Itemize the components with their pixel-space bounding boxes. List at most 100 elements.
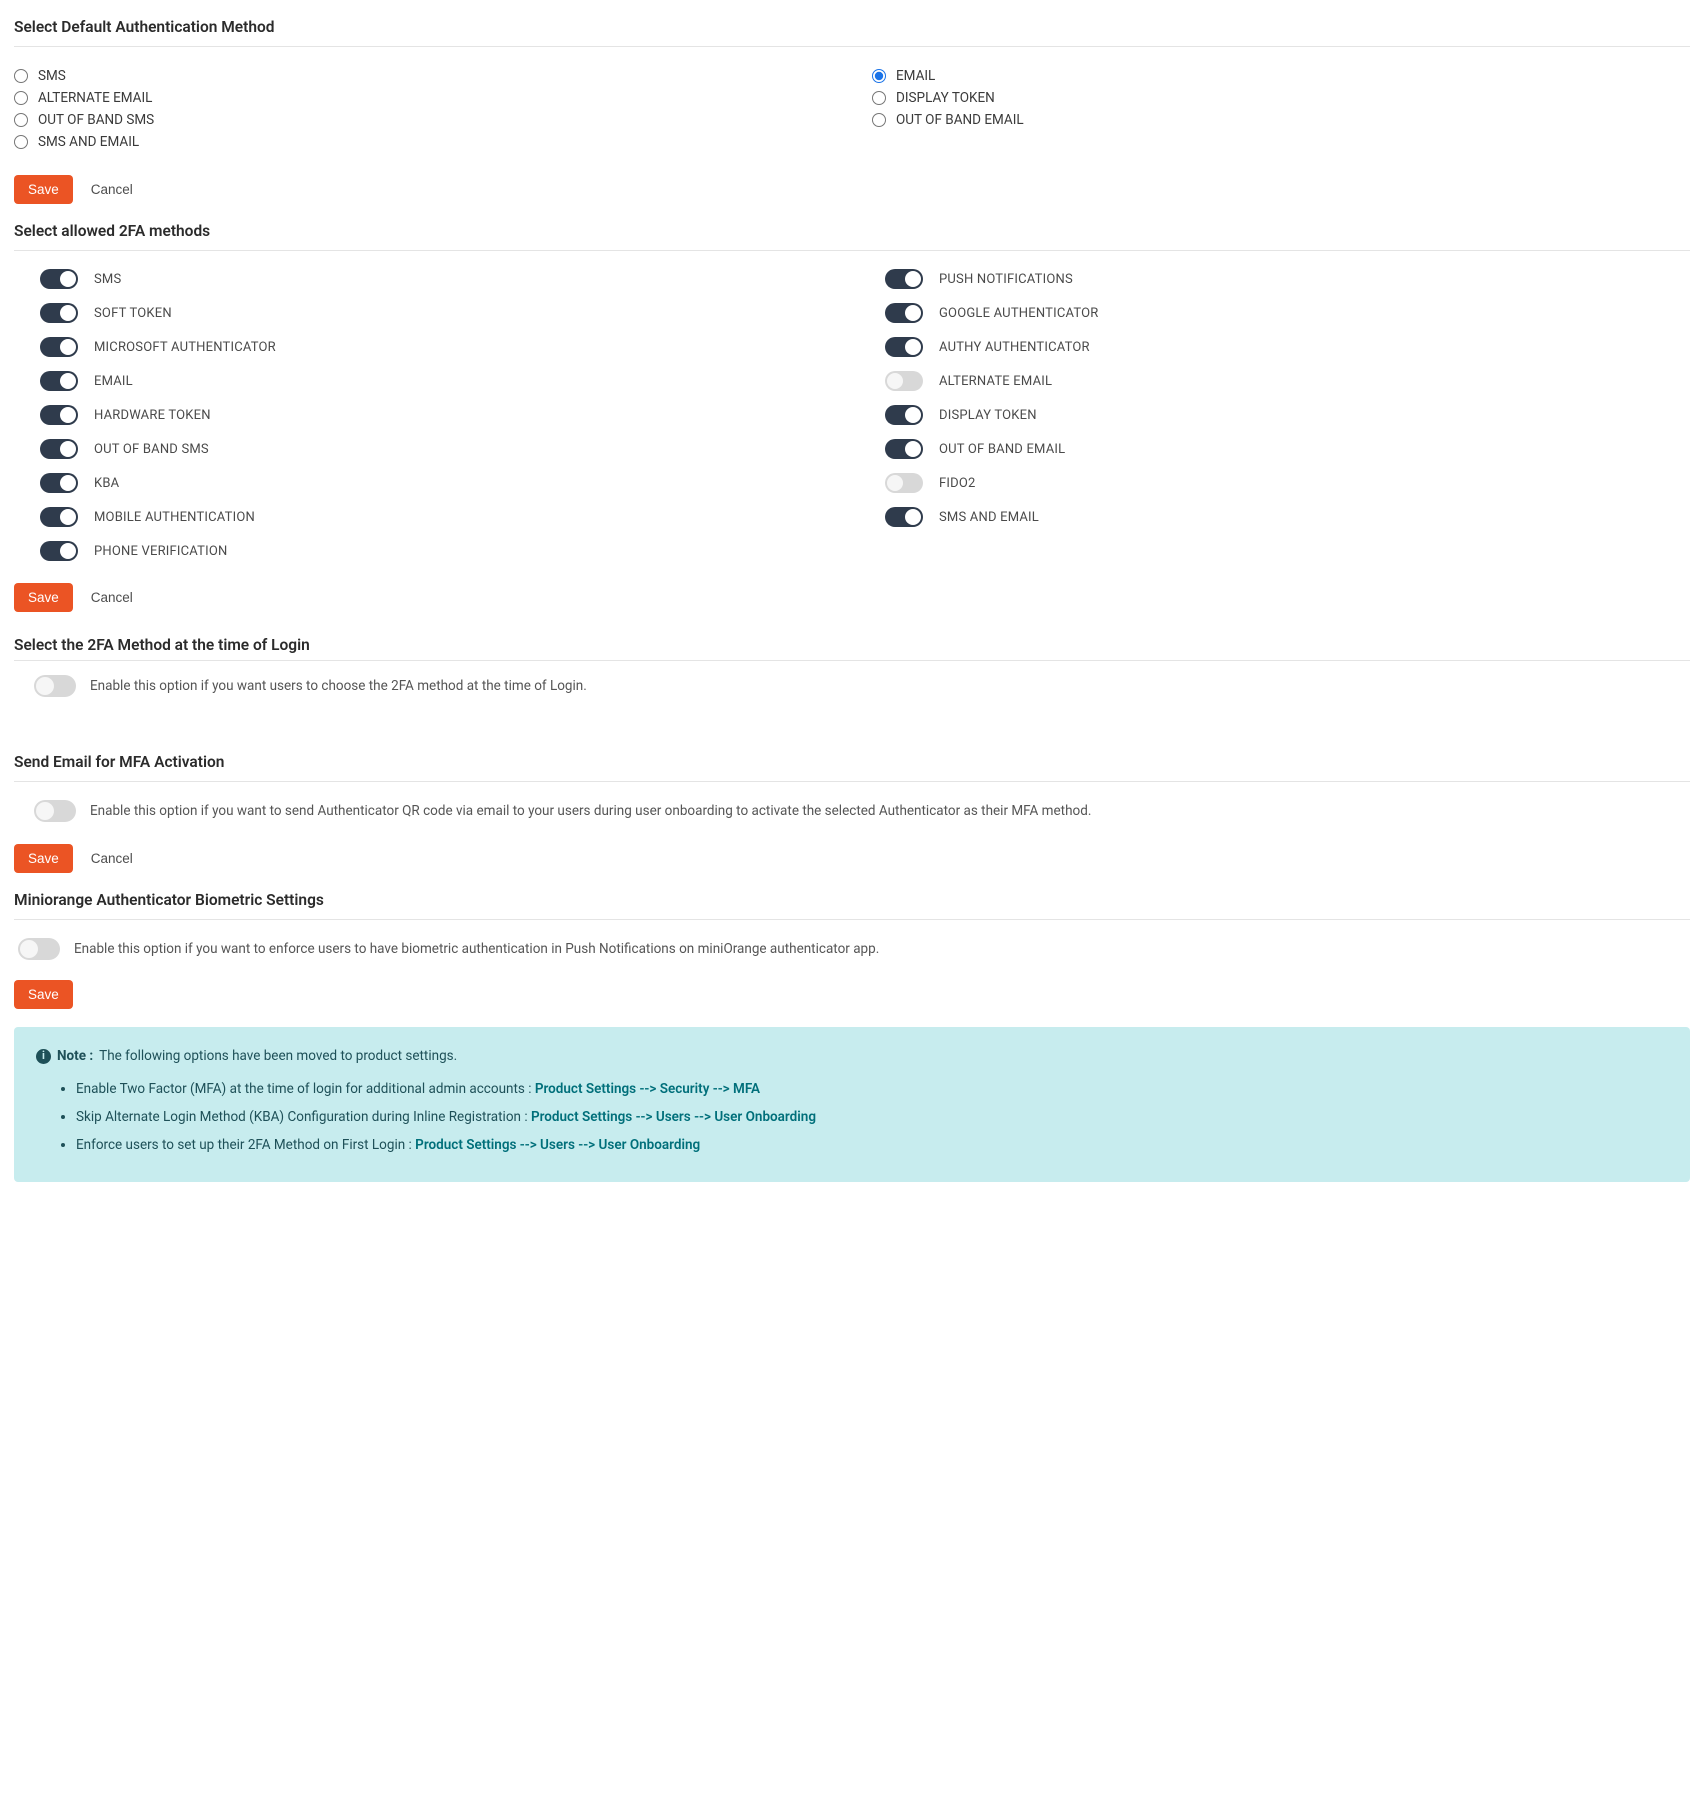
method-toggle[interactable] bbox=[40, 269, 78, 289]
radio-label[interactable]: DISPLAY TOKEN bbox=[896, 90, 995, 106]
method-label: FIDO2 bbox=[939, 476, 976, 491]
radio-input[interactable] bbox=[14, 113, 28, 127]
radio-label[interactable]: OUT OF BAND SMS bbox=[38, 112, 154, 128]
radio-label[interactable]: OUT OF BAND EMAIL bbox=[896, 112, 1024, 128]
send-email-mfa-toggle[interactable] bbox=[34, 800, 76, 822]
method-toggle[interactable] bbox=[885, 405, 923, 425]
method-label: SMS bbox=[94, 272, 121, 287]
toggle-row: PUSH NOTIFICATIONS bbox=[885, 269, 1690, 289]
method-toggle[interactable] bbox=[885, 507, 923, 527]
save-button[interactable]: Save bbox=[14, 844, 73, 873]
toggle-row: MOBILE AUTHENTICATION bbox=[40, 507, 845, 527]
note-label: Note : bbox=[57, 1045, 93, 1068]
default-auth-radio-grid: SMS ALTERNATE EMAIL OUT OF BAND SMS SMS AND… bbox=[14, 65, 1690, 153]
radio-row: DISPLAY TOKEN bbox=[872, 87, 1690, 109]
radio-label[interactable]: EMAIL bbox=[896, 68, 935, 84]
method-label: EMAIL bbox=[94, 374, 133, 389]
toggle-row: SOFT TOKEN bbox=[40, 303, 845, 323]
method-toggle[interactable] bbox=[40, 541, 78, 561]
divider bbox=[14, 919, 1690, 920]
toggle-row: EMAIL bbox=[40, 371, 845, 391]
radio-label[interactable]: SMS bbox=[38, 68, 66, 84]
toggle-row: HARDWARE TOKEN bbox=[40, 405, 845, 425]
select-2fa-login-toggle[interactable] bbox=[34, 675, 76, 697]
divider bbox=[14, 660, 1690, 661]
send-email-mfa-title: Send Email for MFA Activation bbox=[14, 753, 1690, 771]
save-button[interactable]: Save bbox=[14, 175, 73, 204]
method-toggle[interactable] bbox=[885, 269, 923, 289]
biometric-toggle[interactable] bbox=[18, 938, 60, 960]
notice-item: Skip Alternate Login Method (KBA) Config… bbox=[76, 1106, 1668, 1129]
method-label: MOBILE AUTHENTICATION bbox=[94, 510, 255, 525]
notice-item-text: Enable Two Factor (MFA) at the time of l… bbox=[76, 1081, 535, 1097]
method-label: AUTHY AUTHENTICATOR bbox=[939, 340, 1090, 355]
cancel-button[interactable]: Cancel bbox=[91, 851, 133, 866]
radio-row: OUT OF BAND SMS bbox=[14, 109, 832, 131]
radio-input[interactable] bbox=[872, 91, 886, 105]
radio-row: ALTERNATE EMAIL bbox=[14, 87, 832, 109]
method-toggle[interactable] bbox=[40, 405, 78, 425]
default-auth-title: Select Default Authentication Method bbox=[14, 18, 1690, 36]
notice-box: i Note : The following options have been… bbox=[14, 1027, 1690, 1182]
method-label: GOOGLE AUTHENTICATOR bbox=[939, 306, 1098, 321]
note-intro: The following options have been moved to… bbox=[99, 1045, 457, 1068]
toggle-row: GOOGLE AUTHENTICATOR bbox=[885, 303, 1690, 323]
allowed-2fa-title: Select allowed 2FA methods bbox=[14, 222, 1690, 240]
radio-input[interactable] bbox=[14, 91, 28, 105]
method-toggle[interactable] bbox=[40, 371, 78, 391]
toggle-row: SMS bbox=[40, 269, 845, 289]
radio-row: SMS AND EMAIL bbox=[14, 131, 832, 153]
select-2fa-login-title: Select the 2FA Method at the time of Log… bbox=[14, 636, 1690, 656]
radio-label[interactable]: ALTERNATE EMAIL bbox=[38, 90, 152, 106]
radio-row: EMAIL bbox=[872, 65, 1690, 87]
save-button[interactable]: Save bbox=[14, 583, 73, 612]
cancel-button[interactable]: Cancel bbox=[91, 182, 133, 197]
cancel-button[interactable]: Cancel bbox=[91, 590, 133, 605]
method-toggle[interactable] bbox=[885, 303, 923, 323]
notice-item-text: Skip Alternate Login Method (KBA) Config… bbox=[76, 1109, 531, 1125]
radio-row: SMS bbox=[14, 65, 832, 87]
toggle-row: FIDO2 bbox=[885, 473, 1690, 493]
toggle-row: AUTHY AUTHENTICATOR bbox=[885, 337, 1690, 357]
method-toggle[interactable] bbox=[885, 337, 923, 357]
toggle-row: DISPLAY TOKEN bbox=[885, 405, 1690, 425]
notice-item-link[interactable]: Product Settings --> Users --> User Onbo… bbox=[531, 1109, 816, 1125]
allowed-2fa-grid: SMS PUSH NOTIFICATIONS SOFT TOKEN GOOGLE AU… bbox=[14, 269, 1690, 561]
biometric-text: Enable this option if you want to enforc… bbox=[74, 941, 879, 957]
notice-item: Enforce users to set up their 2FA Method… bbox=[76, 1134, 1668, 1157]
toggle-row: ALTERNATE EMAIL bbox=[885, 371, 1690, 391]
toggle-row: MICROSOFT AUTHENTICATOR bbox=[40, 337, 845, 357]
method-toggle[interactable] bbox=[40, 473, 78, 493]
notice-item-link[interactable]: Product Settings --> Users --> User Onbo… bbox=[415, 1137, 700, 1153]
method-toggle[interactable] bbox=[885, 473, 923, 493]
divider bbox=[14, 781, 1690, 782]
method-toggle[interactable] bbox=[40, 337, 78, 357]
method-toggle[interactable] bbox=[885, 439, 923, 459]
toggle-row: PHONE VERIFICATION bbox=[40, 541, 845, 561]
radio-input[interactable] bbox=[872, 113, 886, 127]
biometric-title: Miniorange Authenticator Biometric Setti… bbox=[14, 891, 1690, 909]
method-toggle[interactable] bbox=[40, 439, 78, 459]
notice-item: Enable Two Factor (MFA) at the time of l… bbox=[76, 1078, 1668, 1101]
radio-input[interactable] bbox=[14, 135, 28, 149]
toggle-row: OUT OF BAND EMAIL bbox=[885, 439, 1690, 459]
radio-row: OUT OF BAND EMAIL bbox=[872, 109, 1690, 131]
radio-label[interactable]: SMS AND EMAIL bbox=[38, 134, 139, 150]
divider bbox=[14, 46, 1690, 47]
method-label: SOFT TOKEN bbox=[94, 306, 172, 321]
method-label: KBA bbox=[94, 476, 119, 491]
method-label: DISPLAY TOKEN bbox=[939, 408, 1037, 423]
method-toggle[interactable] bbox=[40, 507, 78, 527]
toggle-row: SMS AND EMAIL bbox=[885, 507, 1690, 527]
method-label: PHONE VERIFICATION bbox=[94, 544, 227, 559]
save-button[interactable]: Save bbox=[14, 980, 73, 1009]
radio-input[interactable] bbox=[872, 69, 886, 83]
method-label: OUT OF BAND EMAIL bbox=[939, 442, 1065, 457]
radio-input[interactable] bbox=[14, 69, 28, 83]
notice-item-link[interactable]: Product Settings --> Security --> MFA bbox=[535, 1081, 760, 1097]
method-toggle[interactable] bbox=[885, 371, 923, 391]
method-toggle[interactable] bbox=[40, 303, 78, 323]
method-label: ALTERNATE EMAIL bbox=[939, 374, 1052, 389]
divider bbox=[14, 250, 1690, 251]
method-label: HARDWARE TOKEN bbox=[94, 408, 211, 423]
